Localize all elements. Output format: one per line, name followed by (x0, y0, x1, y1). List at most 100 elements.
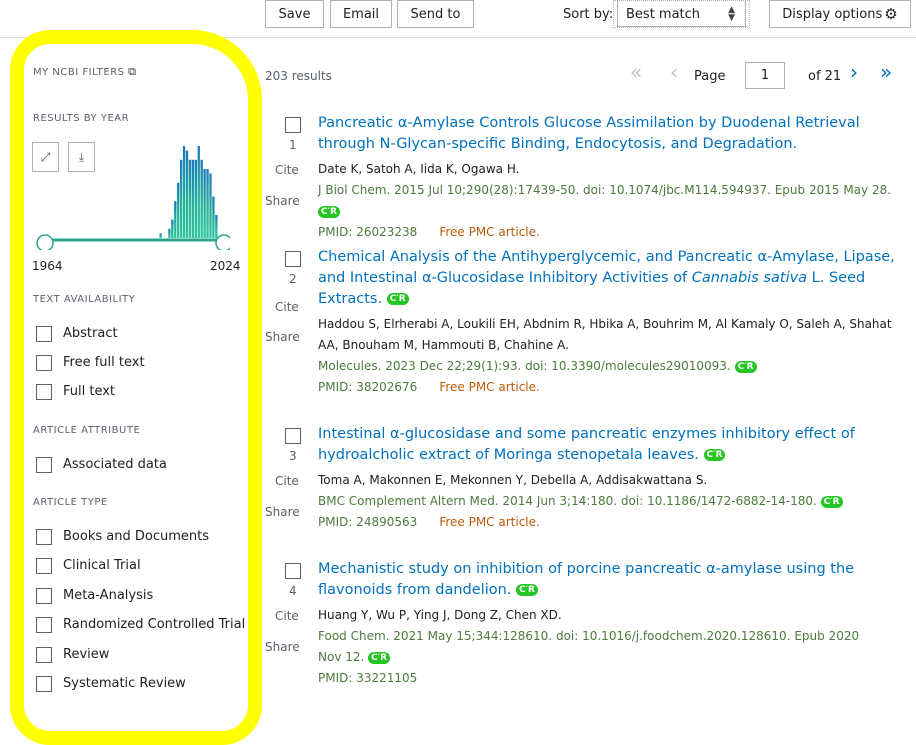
result-checkbox[interactable] (285, 428, 301, 444)
share-button[interactable]: Share (265, 640, 300, 654)
result-checkbox[interactable] (285, 251, 301, 267)
checkbox-full-text[interactable] (36, 384, 52, 400)
result-checkbox[interactable] (285, 563, 301, 579)
cr-badge-icon[interactable]: C′R (734, 360, 757, 373)
page-of-label: of 21 (808, 69, 842, 84)
next-page-icon[interactable]: › (850, 60, 858, 84)
result-pmid: PMID: 26023238 (318, 225, 418, 239)
cite-button[interactable]: Cite (275, 163, 299, 177)
result-number: 2 (289, 272, 297, 286)
result-title-link[interactable]: Chemical Analysis of the Antihyperglycem… (318, 247, 908, 310)
save-button[interactable]: Save (265, 0, 324, 28)
cite-button[interactable]: Cite (275, 609, 299, 623)
checkbox-books-and-documents[interactable] (36, 529, 52, 545)
cr-badge-icon[interactable]: C′R (368, 651, 391, 664)
checkbox-associated-data[interactable] (36, 457, 52, 473)
histogram-bar[interactable] (185, 150, 189, 238)
result-authors: Date K, Satoh A, Iida K, Ogawa H. (318, 162, 520, 176)
prev-page-icon[interactable]: ‹ (670, 60, 678, 84)
checkbox-abstract[interactable] (36, 326, 52, 342)
share-button[interactable]: Share (265, 330, 300, 344)
text-availability-heading: TEXT AVAILABILITY (33, 294, 136, 305)
year-end-label: 2024 (210, 259, 241, 273)
histogram-bar[interactable] (197, 146, 200, 238)
histogram-bar[interactable] (188, 159, 192, 238)
histogram-bar[interactable] (191, 159, 195, 238)
send-to-button[interactable]: Send to (397, 0, 474, 28)
result-title-link[interactable]: Pancreatic α-Amylase Controls Glucose As… (318, 113, 908, 155)
gear-icon: ⚙ (884, 5, 898, 23)
result-pmid: PMID: 33221105 (318, 671, 418, 685)
email-button[interactable]: Email (330, 0, 392, 28)
free-pmc-label: Free PMC article. (439, 225, 540, 239)
histogram-bar[interactable] (171, 219, 174, 238)
histogram-bar[interactable] (174, 201, 177, 238)
result-citation: Molecules. 2023 Dec 22;29(1):93. doi: 10… (318, 359, 731, 373)
cr-badge-icon[interactable]: C′R (386, 293, 409, 305)
result-citation: J Biol Chem. 2015 Jul 10;290(28):17439-5… (318, 183, 892, 197)
cr-badge-icon[interactable]: C′R (703, 449, 726, 461)
first-page-icon[interactable]: « (630, 60, 642, 84)
checkbox-systematic-review[interactable] (36, 676, 52, 692)
year-slider-start-handle[interactable] (36, 234, 54, 250)
free-pmc-label: Free PMC article. (439, 380, 540, 394)
histogram-bar[interactable] (206, 169, 209, 238)
histogram-bar[interactable] (203, 169, 206, 238)
year-slider-end-handle[interactable] (215, 234, 230, 250)
label-free-full-text: Free full text (63, 355, 145, 370)
result-citation: BMC Complement Altern Med. 2014 Jun 3;14… (318, 494, 817, 508)
result-authors: Toma A, Makonnen E, Mekonnen Y, Debella … (318, 473, 708, 487)
label-meta-analysis: Meta-Analysis (63, 588, 154, 603)
cr-badge-icon[interactable]: C′R (820, 495, 843, 508)
display-options-label: Display options (782, 6, 883, 22)
result-pmid: PMID: 38202676 (318, 380, 418, 394)
result-authors: Huang Y, Wu P, Ying J, Dong Z, Chen XD. (318, 608, 562, 622)
result-citation: Food Chem. 2021 May 15;344:128610. doi: … (318, 629, 860, 664)
checkbox-rct[interactable] (36, 617, 52, 633)
checkbox-clinical-trial[interactable] (36, 558, 52, 574)
label-rct: Randomized Controlled Trial (63, 617, 246, 632)
sort-value: Best match (626, 7, 701, 22)
article-attribute-heading: ARTICLE ATTRIBUTE (33, 425, 141, 436)
sort-label: Sort by: (563, 7, 614, 22)
cite-button[interactable]: Cite (275, 474, 299, 488)
display-options-button[interactable]: Display options ⚙ (769, 0, 911, 28)
histogram-bar[interactable] (179, 159, 183, 238)
results-by-year-heading: RESULTS BY YEAR (33, 113, 130, 124)
histogram-bar[interactable] (177, 182, 180, 238)
label-systematic-review: Systematic Review (63, 676, 186, 691)
checkbox-meta-analysis[interactable] (36, 588, 52, 604)
label-clinical-trial: Clinical Trial (63, 558, 141, 573)
share-button[interactable]: Share (265, 194, 300, 208)
checkbox-free-full-text[interactable] (36, 355, 52, 371)
cr-badge-icon[interactable]: C′R (318, 205, 340, 218)
page-input[interactable]: 1 (745, 62, 785, 89)
year-histogram (36, 146, 230, 250)
histogram-bar[interactable] (209, 173, 212, 238)
label-abstract: Abstract (63, 326, 118, 341)
result-title-link[interactable]: Intestinal α-glucosidase and some pancre… (318, 424, 908, 466)
histogram-bar[interactable] (168, 228, 171, 238)
result-checkbox[interactable] (285, 117, 301, 133)
result-number: 3 (289, 449, 297, 463)
result-title-link[interactable]: Mechanistic study on inhibition of porci… (318, 559, 908, 601)
last-page-icon[interactable]: » (880, 60, 892, 84)
cite-button[interactable]: Cite (275, 300, 299, 314)
histogram-bar[interactable] (194, 159, 197, 238)
histogram-bar[interactable] (212, 196, 215, 238)
result-pmid: PMID: 24890563 (318, 515, 418, 529)
my-ncbi-filters-heading[interactable]: MY NCBI FILTERS ⧉ (33, 65, 137, 79)
year-start-label: 1964 (32, 259, 63, 273)
sort-select[interactable]: Best match ▲ ▼ (613, 0, 750, 28)
label-review: Review (63, 647, 110, 662)
histogram-bar[interactable] (200, 159, 203, 238)
label-full-text: Full text (63, 384, 116, 399)
cr-badge-icon[interactable]: C′R (516, 584, 538, 596)
histogram-bar[interactable] (215, 215, 218, 238)
share-button[interactable]: Share (265, 505, 300, 519)
histogram-bar[interactable] (182, 146, 186, 238)
label-associated-data: Associated data (63, 457, 167, 472)
result-number: 4 (289, 584, 297, 598)
histogram-bar[interactable] (159, 233, 162, 238)
checkbox-review[interactable] (36, 647, 52, 663)
